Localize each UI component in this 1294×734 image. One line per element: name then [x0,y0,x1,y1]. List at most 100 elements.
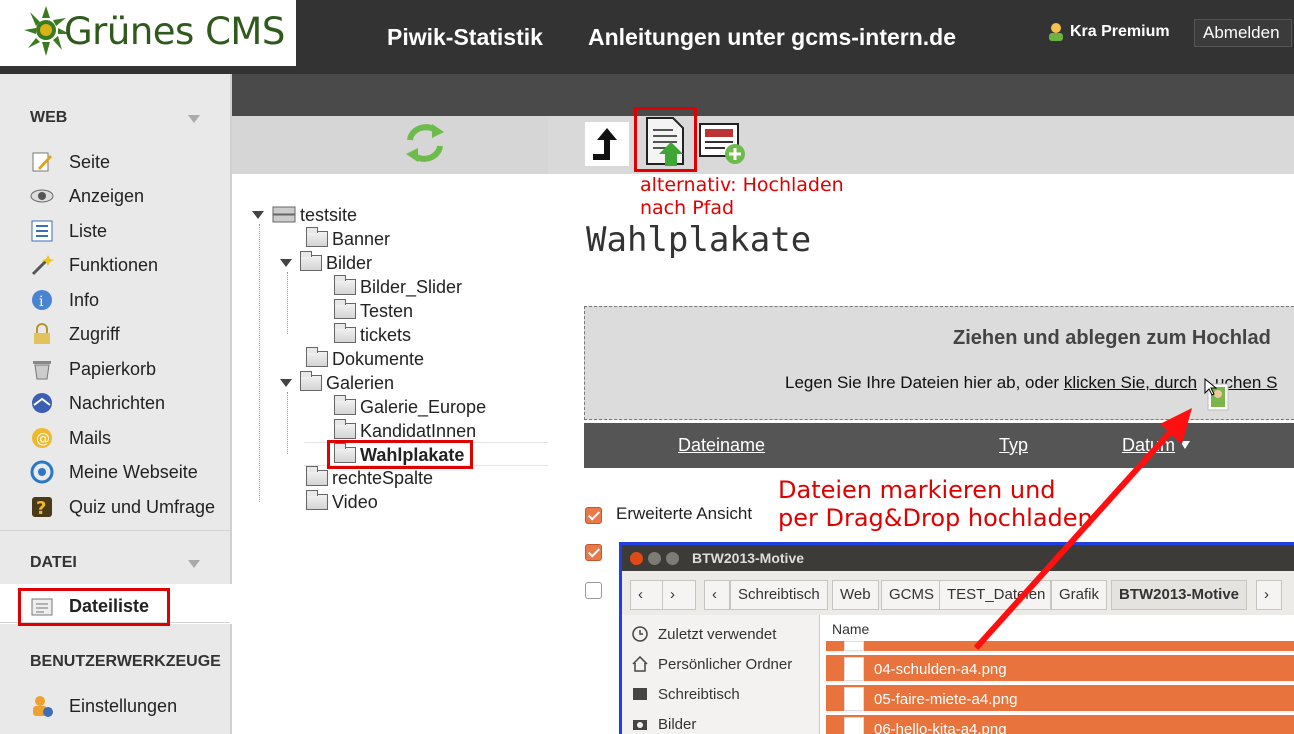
sidebar-item-anzeigen[interactable]: Anzeigen [30,183,144,209]
camera-icon [632,716,648,732]
dropzone-browse-link[interactable]: klicken Sie, durch [1064,373,1197,392]
user-settings-icon [30,694,54,718]
image-thumbnail [844,641,864,651]
crumb-schreibtisch[interactable]: Schreibtisch [730,580,828,610]
crumb-gcms[interactable]: GCMS [881,580,942,610]
tree-label: Banner [332,228,391,249]
sidebar-item-mails[interactable]: @ Mails [30,425,111,451]
sidebar-item-label: Quiz und Umfrage [69,496,216,517]
section-web-heading[interactable]: WEB [30,109,67,127]
back-button[interactable]: ‹ [630,580,664,610]
maximize-icon[interactable] [666,552,679,565]
logo[interactable]: Grünes CMS [0,0,296,66]
folder-open-icon [300,251,322,271]
place-pictures[interactable]: Bilder [632,713,696,734]
folder-icon [306,227,328,247]
user-menu[interactable]: Kra Premium [1046,22,1170,42]
tree-item-galerien[interactable]: Galerien [280,371,394,394]
tree-item-banner[interactable]: Banner [306,227,391,250]
tree-item-kandidatinnen[interactable]: KandidatInnen [334,419,477,442]
tree-connector [287,392,288,454]
sidebar-item-papierkorb[interactable]: Papierkorb [30,356,156,382]
column-name[interactable]: Name [832,621,869,637]
option-checkbox[interactable] [585,544,602,561]
sidebar-item-nachrichten[interactable]: Nachrichten [30,390,165,416]
folder-icon [334,299,356,319]
sidebar-item-meine-webseite[interactable]: Meine Webseite [30,459,198,485]
logo-text: Grünes CMS [64,10,285,53]
add-image-icon[interactable] [699,122,747,166]
close-icon[interactable] [630,552,643,565]
place-desktop[interactable]: Schreibtisch [632,683,740,705]
sidebar-item-label: Mails [69,427,112,448]
section-datei-heading[interactable]: DATEI [30,554,77,572]
sidebar-item-zugriff[interactable]: Zugriff [30,321,120,347]
collapse-icon[interactable] [280,259,292,267]
dropzone-text-prefix: Legen Sie Ihre Dateien hier ab, oder [785,373,1064,392]
annotation-upload-path-line1: alternativ: Hochladen [640,174,844,196]
sidebar-item-label: Liste [69,220,108,241]
edit-page-icon [30,150,54,174]
tree-item-galerie-europe[interactable]: Galerie_Europe [334,395,486,418]
option-checkbox[interactable] [585,582,602,599]
column-dateiname[interactable]: Dateiname [678,435,765,456]
tree-item-testen[interactable]: Testen [334,299,413,322]
place-label: Bilder [658,715,697,733]
folder-up-icon[interactable] [585,122,629,166]
logout-button[interactable]: Abmelden [1194,19,1292,47]
file-name: 05-faire-miete-a4.png [874,691,1018,708]
collapse-icon[interactable] [280,379,292,387]
sidebar-item-info[interactable]: i Info [30,287,99,313]
section-tools-heading[interactable]: BENUTZERWERKZEUGE [30,653,221,671]
sidebar-item-label: Papierkorb [69,358,157,379]
top-header: Grünes CMS Piwik-Statistik Anleitungen u… [0,0,1294,74]
extended-view-checkbox[interactable] [585,507,602,524]
tree-item-dokumente[interactable]: Dokumente [306,347,424,370]
nav-anleitungen[interactable]: Anleitungen unter gcms-intern.de [588,24,956,51]
chevron-down-icon[interactable] [188,115,200,123]
tree-item-tickets[interactable]: tickets [334,323,411,346]
sidebar-item-quiz[interactable]: ? Quiz und Umfrage [30,494,215,520]
tree-item-bilder-slider[interactable]: Bilder_Slider [334,275,462,298]
tree-label: KandidatInnen [360,420,477,441]
magic-wand-icon [30,253,54,277]
folder-icon [306,466,328,486]
file-manager-title: BTW2013-Motive [692,550,805,566]
tree-item-bilder[interactable]: Bilder [280,251,372,274]
tree-item-video[interactable]: Video [306,490,378,513]
minimize-icon[interactable] [648,552,661,565]
svg-text:i: i [39,294,44,310]
chevron-down-icon[interactable] [188,560,200,568]
folder-icon [334,395,356,415]
sidebar-item-label: Einstellungen [69,695,178,716]
file-name: 04-schulden-a4.png [874,661,1007,678]
file-row[interactable]: 06-hello-kita-a4.png [826,715,1294,734]
place-label: Zuletzt verwendet [658,625,777,643]
nav-piwik-statistik[interactable]: Piwik-Statistik [387,24,543,51]
tree-item-rechtespalte[interactable]: rechteSpalte [306,466,433,489]
path-scroll-right-button[interactable]: › [1256,580,1282,610]
question-mark-icon: ? [30,495,54,519]
forward-button[interactable]: › [662,580,696,610]
svg-text:@: @ [36,431,50,447]
file-row[interactable]: 05-faire-miete-a4.png [826,685,1294,713]
sidebar-item-label: Seite [69,151,111,172]
place-recent[interactable]: Zuletzt verwendet [632,623,776,645]
sidebar-item-einstellungen[interactable]: Einstellungen [30,693,177,719]
path-scroll-left-button[interactable]: ‹ [704,580,730,610]
sidebar-item-liste[interactable]: Liste [30,218,107,244]
lock-icon [30,322,54,346]
place-home[interactable]: Persönlicher Ordner [632,653,792,675]
tree-label: Video [332,491,378,512]
sidebar-item-label: Meine Webseite [69,461,198,482]
folder-icon [306,347,328,367]
tree-root[interactable]: testsite [252,204,357,226]
extended-view-label: Erweiterte Ansicht [616,504,753,523]
refresh-icon[interactable] [402,120,448,166]
server-icon [272,206,296,223]
sidebar-item-seite[interactable]: Seite [30,149,110,175]
crumb-web[interactable]: Web [832,580,879,610]
sidebar-item-funktionen[interactable]: Funktionen [30,252,158,278]
collapse-icon[interactable] [252,211,264,219]
place-label: Schreibtisch [658,685,740,703]
